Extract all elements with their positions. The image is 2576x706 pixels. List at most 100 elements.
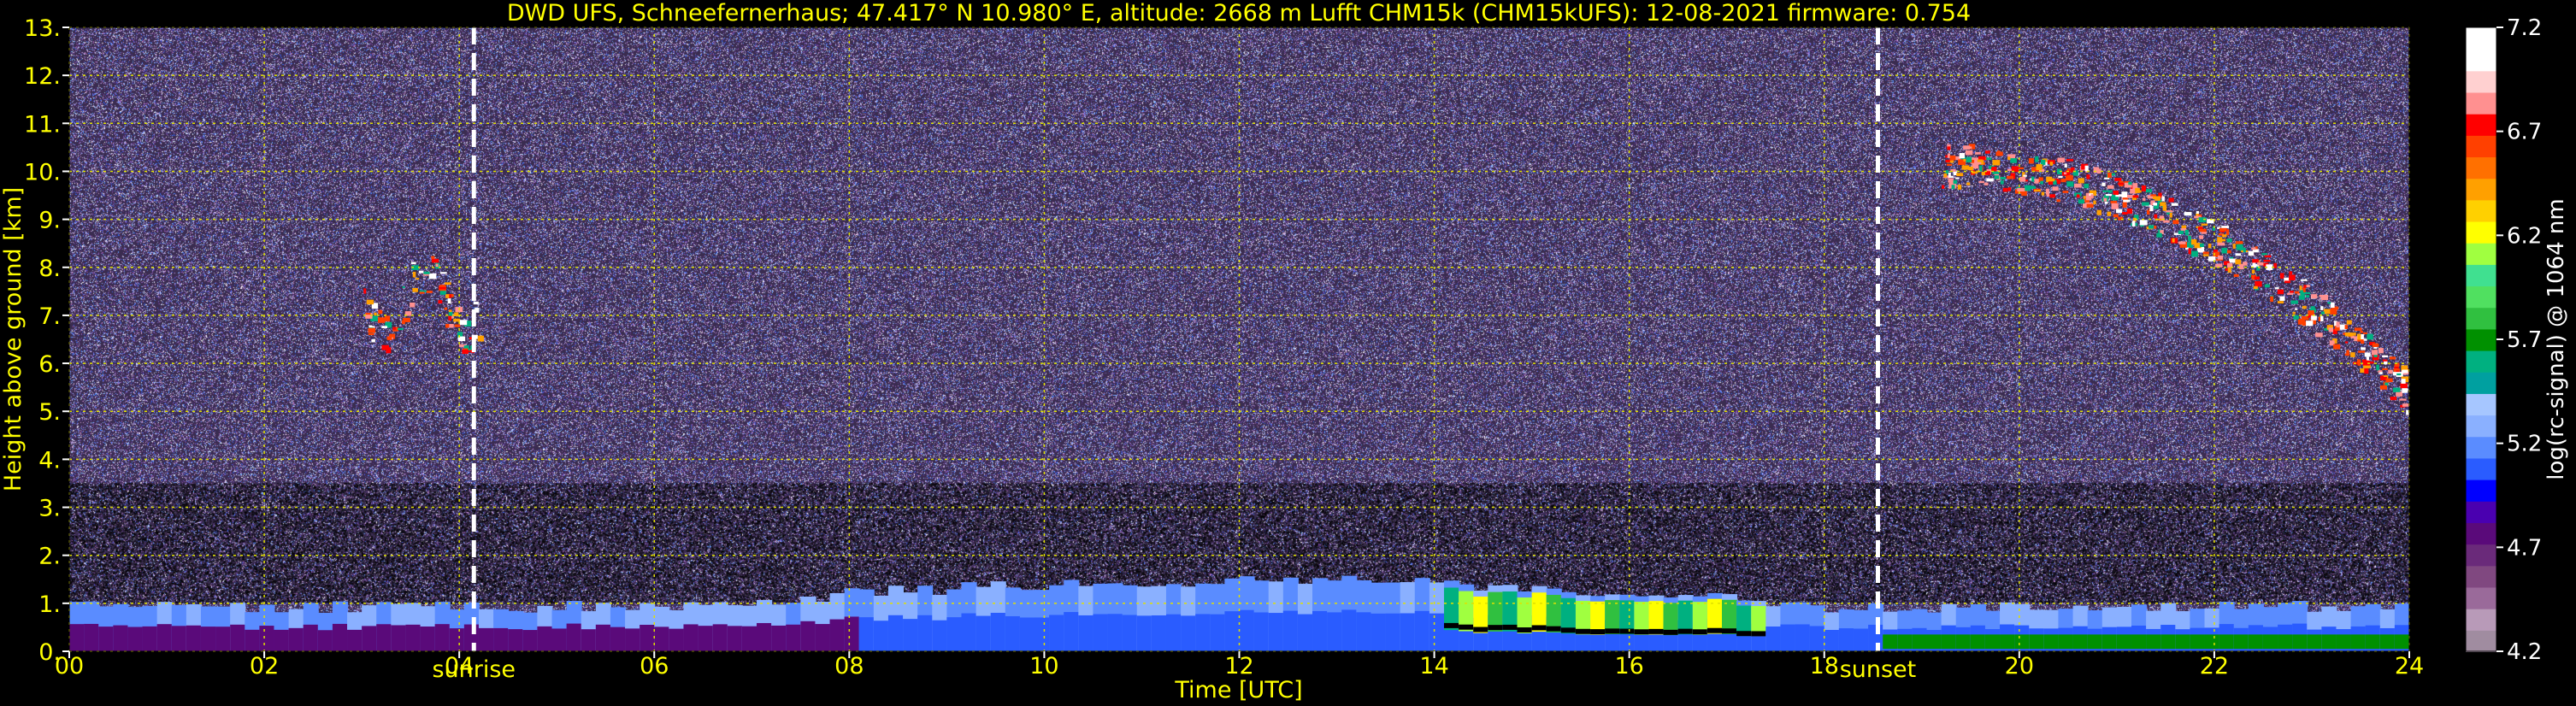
bl-lower	[2365, 634, 2381, 650]
cirrus-cell	[2048, 181, 2054, 185]
bl-core	[1181, 615, 1197, 651]
cirrus-cell	[2221, 226, 2230, 228]
y-tick-label: 9.	[38, 208, 61, 234]
x-tick-label: 16	[1614, 653, 1643, 680]
colorbar-band	[2466, 457, 2496, 480]
cirrus-cell	[2208, 243, 2212, 249]
cirrus-cell	[1992, 160, 2001, 166]
cirrus-cell	[1978, 180, 1984, 184]
cirrus-cell	[368, 333, 374, 336]
bl-lower	[2204, 634, 2220, 650]
colorbar-band	[2466, 500, 2496, 523]
cirrus-cell	[2172, 238, 2175, 243]
cirrus-cell	[447, 298, 451, 304]
bl-lower	[2087, 634, 2103, 650]
bl-dark	[1648, 628, 1665, 634]
bl-dark	[1459, 624, 1475, 630]
cirrus-cell	[2163, 220, 2170, 223]
bl-core	[858, 617, 875, 651]
cirrus-cell	[2253, 285, 2258, 290]
colorbar-tick-label: 4.2	[2507, 639, 2542, 665]
cirrus-cell	[2300, 290, 2304, 296]
cirrus-cell	[2041, 159, 2046, 165]
cirrus-cell	[2161, 196, 2165, 202]
bl-core	[362, 626, 378, 651]
cirrus-cell	[2113, 191, 2119, 195]
y-tick-label: 1.	[38, 591, 61, 618]
bl-lower	[2233, 634, 2249, 650]
cirrus-cell	[2289, 271, 2293, 275]
cirrus-cell	[2376, 364, 2379, 371]
cirrus-cell	[2346, 320, 2352, 325]
bl-core	[508, 629, 524, 651]
bl-core	[332, 623, 349, 651]
colorbar-band	[2466, 415, 2496, 438]
bl-core	[1122, 615, 1138, 651]
cirrus-cell	[1986, 157, 1992, 161]
cirrus-cell	[438, 300, 443, 304]
cirrus-cell	[2389, 356, 2396, 360]
cirrus-cell	[2257, 262, 2264, 266]
cirrus-cell	[2222, 234, 2227, 238]
cirrus-cell	[2235, 253, 2241, 256]
bl-core	[171, 626, 187, 651]
cirrus-cell	[418, 270, 424, 274]
cirrus-cell	[2122, 212, 2128, 215]
signal-heatmap	[69, 27, 2409, 651]
cirrus-cell	[2330, 308, 2337, 315]
cirrus-cell	[2046, 188, 2049, 195]
colorbar-tick-label: 7.2	[2507, 15, 2542, 41]
bl-core	[303, 624, 319, 651]
bl-lower	[2058, 634, 2074, 650]
cirrus-cell	[2114, 178, 2122, 181]
y-tick-label: 6.	[38, 351, 61, 378]
cirrus-cell	[1979, 165, 1983, 172]
colorbar-band	[2466, 242, 2496, 265]
bl-core	[1809, 626, 1825, 651]
x-axis-label: Time [UTC]	[1174, 677, 1302, 703]
cirrus-cell	[2292, 311, 2296, 315]
cirrus-cell	[386, 336, 392, 340]
colorbar-band	[2466, 629, 2496, 652]
bl-core	[1282, 610, 1299, 651]
cirrus-cell	[2107, 185, 2114, 189]
bl-core	[288, 627, 304, 651]
cirrus-cell	[2290, 300, 2298, 304]
cirrus-cell	[366, 299, 374, 305]
x-tick-label: 24	[2395, 653, 2424, 680]
cirrus-cell	[2270, 296, 2274, 303]
cirrus-cell	[2263, 259, 2271, 262]
cirrus-cell	[2364, 368, 2369, 374]
bl-core	[741, 626, 757, 651]
bl-lower	[2116, 634, 2132, 650]
cirrus-cell	[1949, 155, 1956, 161]
cirrus-cell	[431, 258, 439, 263]
bl-core	[391, 625, 407, 651]
cirrus-cell	[2320, 315, 2324, 322]
cirrus-cell	[2382, 355, 2389, 358]
x-tick-label: 10	[1029, 653, 1058, 680]
cirrus-cell	[445, 294, 450, 298]
bl-dark	[1502, 624, 1518, 630]
cirrus-cell	[2139, 220, 2148, 226]
cirrus-cell	[2028, 158, 2034, 164]
bl-core	[1107, 614, 1123, 651]
bl-lower	[2146, 634, 2162, 650]
cirrus-cell	[2034, 179, 2039, 184]
cirrus-cell	[2308, 310, 2314, 315]
cirrus-cell	[2017, 187, 2025, 191]
cirrus-cell	[2379, 372, 2383, 374]
cirrus-cell	[412, 271, 416, 278]
bl-dark	[1692, 629, 1708, 635]
cirrus-cell	[1966, 182, 1971, 185]
bl-lower	[2072, 634, 2089, 650]
cirrus-cell	[2402, 369, 2408, 374]
cirrus-cell	[2279, 273, 2284, 279]
bl-lower	[1941, 634, 1957, 650]
bl-dark	[1707, 627, 1724, 633]
cirrus-cell	[2306, 285, 2310, 288]
bl-lower	[2190, 634, 2206, 650]
cirrus-cell	[2251, 247, 2256, 250]
cirrus-cell	[2388, 369, 2393, 374]
cirrus-cell	[2149, 225, 2155, 229]
